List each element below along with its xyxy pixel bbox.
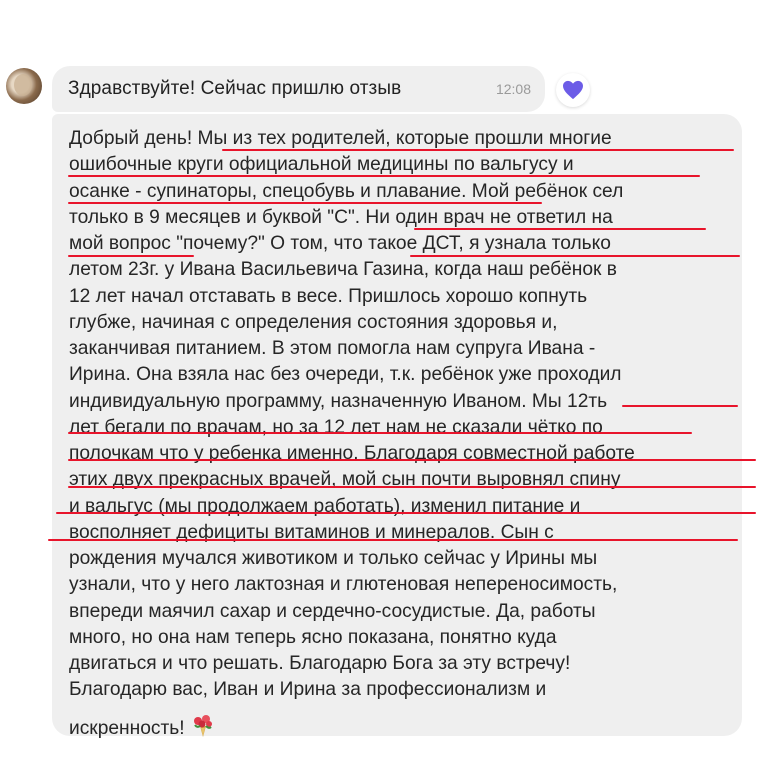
review-line: индивидуальную программу, назначенную Ив…	[69, 390, 608, 412]
review-line: рождения мучался животиком и только сейч…	[69, 548, 598, 569]
review-line: двигаться и что решать. Благодарю Бога з…	[69, 653, 571, 674]
review-line: глубже, начиная с определения состояния …	[69, 311, 558, 333]
review-line: искренность!	[69, 712, 733, 742]
review-line: Ирина. Она взяла нас без очереди, т.к. р…	[69, 364, 622, 386]
review-line: заканчивая питанием. В этом помогла нам …	[69, 338, 596, 359]
message-bubble-review[interactable]: Добрый день! Мы из тех родителей, которы…	[52, 114, 742, 739]
highlight-underline	[68, 202, 542, 204]
highlight-underline	[222, 149, 734, 151]
highlight-underline	[68, 459, 756, 461]
review-line: этих двух прекрасных врачей, мой сын поч…	[69, 469, 621, 491]
review-line: летом 23г. у Ивана Васильевича Газина, к…	[69, 259, 617, 281]
highlight-underline	[68, 175, 700, 177]
review-line-text: искренность!	[69, 717, 185, 739]
sender-avatar[interactable]	[6, 68, 42, 104]
reaction-badge[interactable]	[556, 73, 590, 107]
highlight-underline	[56, 512, 756, 514]
review-line: впереди маячил сахар и сердечно-сосудист…	[69, 600, 596, 622]
review-line: осанке - супинаторы, спецобувь и плавани…	[69, 180, 624, 202]
review-line: узнали, что у него лактозная и глютенова…	[69, 574, 618, 596]
review-line: и вальгус (мы продолжаем работать), изме…	[69, 495, 581, 517]
highlight-underline	[68, 486, 756, 488]
message-timestamp: 12:08	[495, 81, 531, 97]
review-line: Благодарю вас, Иван и Ирина за профессио…	[69, 679, 547, 701]
review-line: 12 лет начал отставать в весе. Пришлось …	[69, 285, 588, 307]
review-line: много, но она нам теперь ясно показана, …	[69, 626, 557, 648]
highlight-underline	[68, 255, 194, 257]
review-line: мой вопрос "почему?" О том, что такое ДС…	[69, 233, 611, 254]
highlight-underline	[68, 432, 692, 434]
highlight-underline	[622, 405, 738, 407]
highlight-underline	[414, 228, 706, 230]
review-line: лет бегали по врачам, но за 12 лет нам н…	[69, 416, 603, 438]
review-line: восполняет дефициты витаминов и минерало…	[69, 521, 554, 543]
message-text: Здравствуйте! Сейчас пришлю отзыв	[68, 78, 402, 99]
heart-icon	[563, 80, 583, 100]
highlight-underline	[48, 539, 738, 541]
message-bubble-greeting[interactable]: Здравствуйте! Сейчас пришлю отзыв 12:08	[52, 66, 545, 112]
review-line: полочкам что у ребенка именно. Благодаря…	[69, 443, 635, 464]
bouquet-icon	[193, 714, 212, 737]
highlight-underline	[410, 255, 740, 257]
